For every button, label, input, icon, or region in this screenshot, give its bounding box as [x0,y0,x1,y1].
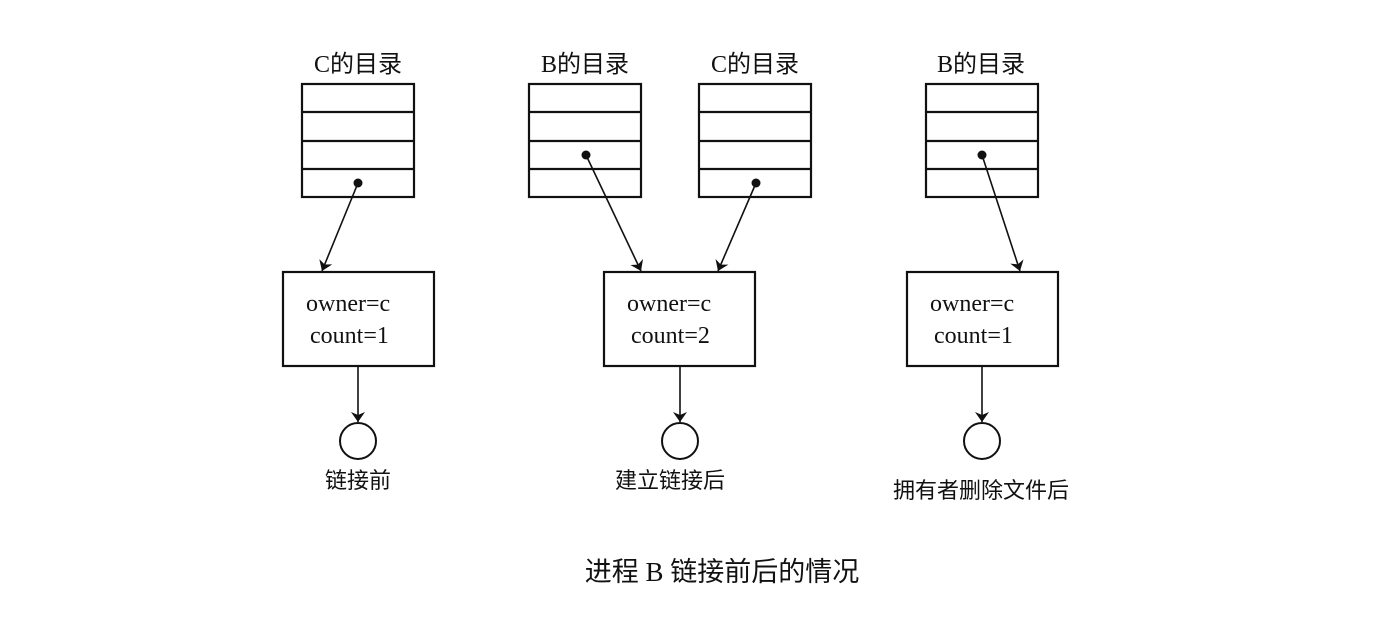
panel-caption: 拥有者删除文件后 [893,478,1069,503]
directory-table [924,82,1040,199]
file-circle [963,422,1001,460]
node-owner-text: owner=c [930,291,1014,317]
figure-caption: 进程 B 链接前后的情况 [585,557,860,587]
directory-table [300,82,416,199]
directory-table [697,82,813,199]
link-diagram: C的目录 owner=c count=1 链接前 B的目录 C的目录 owner… [281,51,1069,587]
node-count-text: count=1 [310,323,389,349]
panel-caption: 链接前 [325,468,391,493]
directory-table [527,82,643,199]
node-owner-text: owner=c [627,291,711,317]
node-count-text: count=2 [631,323,710,349]
index-node-box [602,270,757,368]
panel-after-owner-delete: B的目录 owner=c count=1 拥有者删除文件后 [893,51,1069,503]
directory-title: C的目录 [314,51,402,78]
index-node-box [905,270,1060,368]
directory-title: C的目录 [711,51,799,78]
panel-after-link: B的目录 C的目录 owner=c count=2 建立链接后 [527,51,813,493]
panel-before-link: C的目录 owner=c count=1 链接前 [281,51,436,493]
directory-title: B的目录 [937,51,1025,78]
panel-caption: 建立链接后 [615,468,725,493]
file-circle [339,422,377,460]
file-circle [661,422,699,460]
node-owner-text: owner=c [306,291,390,317]
directory-title: B的目录 [541,51,629,78]
node-count-text: count=1 [934,323,1013,349]
index-node-box [281,270,436,368]
